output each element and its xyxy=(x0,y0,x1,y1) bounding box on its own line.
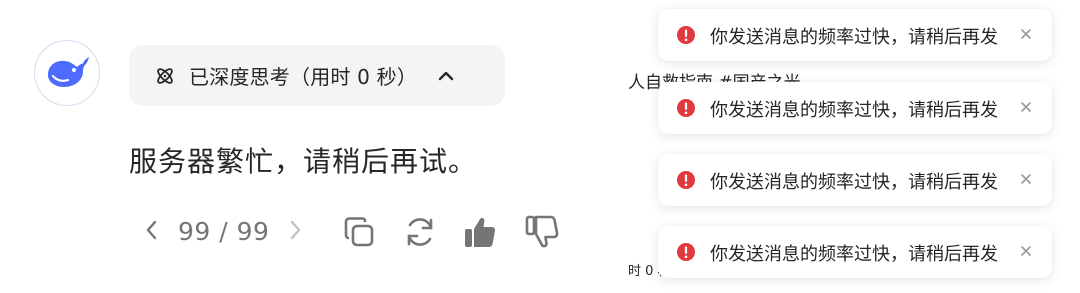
copy-button[interactable] xyxy=(339,212,379,252)
prev-response-button[interactable] xyxy=(140,215,164,245)
thinking-label: 已深度思考（用时 0 秒） xyxy=(189,65,418,89)
dislike-button[interactable] xyxy=(522,212,562,252)
whale-logo-icon xyxy=(48,57,89,87)
toast-close-button[interactable] xyxy=(1016,241,1036,261)
error-icon xyxy=(676,98,696,118)
chevron-right-icon xyxy=(290,220,301,240)
assistant-message: 服务器繁忙，请稍后再试。 xyxy=(129,145,478,178)
error-icon xyxy=(676,25,696,45)
thumbs-up-icon xyxy=(465,217,496,247)
rate-limit-toast: 你发送消息的频率过快，请稍后再发 xyxy=(658,226,1052,278)
toast-close-button[interactable] xyxy=(1016,169,1036,189)
regenerate-icon xyxy=(407,218,433,246)
assistant-avatar xyxy=(34,40,100,106)
toast-message: 你发送消息的频率过快，请稍后再发 xyxy=(710,172,998,193)
error-icon xyxy=(676,170,696,190)
atom-icon xyxy=(153,64,177,88)
thumbs-down-icon xyxy=(525,215,559,248)
chat-screenshot: 人自救指南 #国产之光 时 0 秒 已深度思考（用时 0 秒） 服务器繁忙，请稍… xyxy=(0,0,1080,293)
close-icon xyxy=(1021,174,1031,184)
toast-close-button[interactable] xyxy=(1016,97,1036,117)
toast-message: 你发送消息的频率过快，请稍后再发 xyxy=(710,27,998,48)
copy-icon xyxy=(344,217,374,247)
rate-limit-toast: 你发送消息的频率过快，请稍后再发 xyxy=(658,9,1052,61)
response-pager: 99 / 99 xyxy=(178,217,270,246)
toast-close-button[interactable] xyxy=(1016,24,1036,44)
rate-limit-toast: 你发送消息的频率过快，请稍后再发 xyxy=(658,82,1052,134)
next-response-button[interactable] xyxy=(283,215,307,245)
thinking-toggle[interactable]: 已深度思考（用时 0 秒） xyxy=(129,45,505,106)
message-actions: 99 / 99 xyxy=(140,205,580,255)
chevron-up-icon xyxy=(435,65,457,87)
toast-message: 你发送消息的频率过快，请稍后再发 xyxy=(710,100,998,121)
close-icon xyxy=(1021,29,1031,39)
chevron-left-icon xyxy=(146,220,157,240)
like-button[interactable] xyxy=(460,212,500,252)
rate-limit-toast: 你发送消息的频率过快，请稍后再发 xyxy=(658,154,1052,206)
close-icon xyxy=(1021,102,1031,112)
regenerate-button[interactable] xyxy=(400,212,440,252)
close-icon xyxy=(1021,246,1031,256)
error-icon xyxy=(676,242,696,262)
toast-message: 你发送消息的频率过快，请稍后再发 xyxy=(710,244,998,265)
